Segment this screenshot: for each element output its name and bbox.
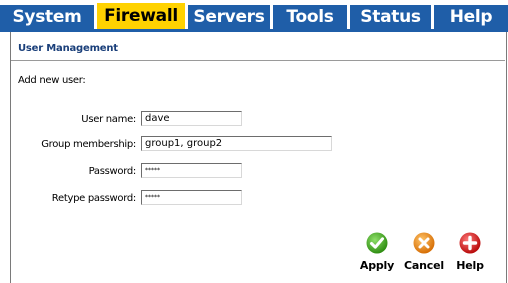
top-nav: System Firewall Servers Tools Status Hel… — [0, 0, 508, 32]
tab-system[interactable]: System — [0, 5, 94, 29]
section-subtitle: Add new user: — [18, 75, 86, 86]
username-field[interactable]: dave — [141, 111, 242, 126]
plus-icon — [459, 232, 481, 254]
section-title: User Management — [18, 43, 118, 54]
tab-servers[interactable]: Servers — [188, 5, 270, 29]
tab-tools[interactable]: Tools — [273, 5, 347, 29]
apply-button[interactable]: Apply — [354, 232, 400, 272]
help-button[interactable]: Help — [447, 232, 493, 272]
tab-firewall[interactable]: Firewall — [97, 3, 185, 29]
password-field[interactable]: ***** — [141, 163, 242, 178]
help-label: Help — [456, 259, 484, 272]
retype-password-label: Retype password: — [51, 193, 137, 204]
retype-password-field[interactable]: ***** — [141, 190, 242, 205]
divider — [11, 60, 505, 61]
cancel-button[interactable]: Cancel — [401, 232, 447, 272]
group-membership-field[interactable]: group1, group2 — [141, 136, 332, 151]
username-label: User name: — [81, 114, 136, 125]
check-icon — [366, 232, 388, 254]
tab-status[interactable]: Status — [350, 5, 431, 29]
group-membership-label: Group membership: — [41, 139, 136, 150]
password-label: Password: — [88, 166, 137, 177]
tab-help[interactable]: Help — [434, 5, 508, 29]
apply-label: Apply — [359, 259, 395, 272]
x-icon — [413, 232, 435, 254]
cancel-label: Cancel — [404, 259, 444, 272]
